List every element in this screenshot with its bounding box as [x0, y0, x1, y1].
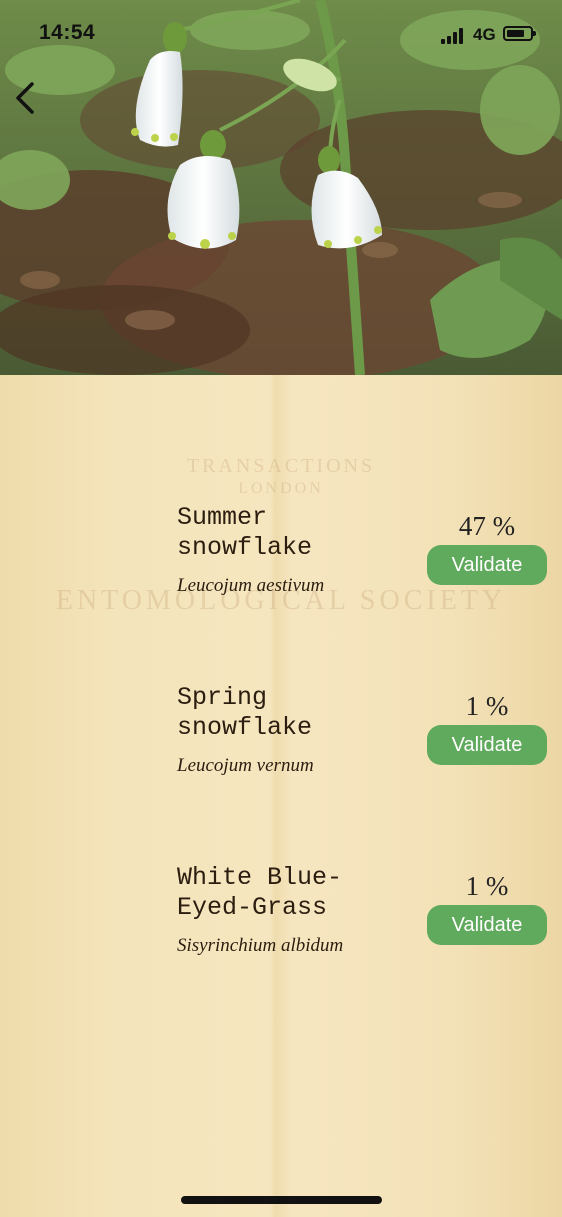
result-item: Spring snowflake Leucojum vernum 1 % Val…	[0, 683, 562, 813]
watermark-line: TRANSACTIONS	[186, 455, 376, 477]
common-name: Summer snowflake	[177, 503, 313, 562]
validate-button[interactable]: Validate	[427, 905, 547, 945]
common-name: Spring snowflake	[177, 683, 313, 742]
status-bar: 14:54 4G	[0, 0, 562, 70]
confidence-percent: 1 %	[465, 871, 509, 901]
confidence-percent: 47 %	[458, 511, 516, 541]
watermark-line: LONDON	[238, 480, 324, 497]
signal-icon	[441, 28, 467, 44]
battery-icon	[503, 26, 536, 41]
common-name: White Blue- Eyed-Grass	[177, 863, 343, 922]
scientific-name: Leucojum vernum	[177, 755, 314, 776]
back-button[interactable]	[10, 80, 42, 116]
confidence-percent: 1 %	[465, 691, 509, 721]
home-indicator[interactable]	[181, 1196, 382, 1204]
results-panel: TRANSACTIONS LONDON ENTOMOLOGICAL SOCIET…	[0, 375, 562, 1217]
result-item: Summer snowflake Leucojum aestivum 47 % …	[0, 503, 562, 633]
validate-button[interactable]: Validate	[427, 725, 547, 765]
status-time: 14:54	[39, 21, 96, 44]
chevron-left-icon	[16, 82, 34, 114]
scientific-name: Sisyrinchium albidum	[177, 935, 344, 956]
network-type: 4G	[473, 25, 496, 44]
validate-button[interactable]: Validate	[427, 545, 547, 585]
scientific-name: Leucojum aestivum	[177, 575, 325, 596]
result-item: White Blue- Eyed-Grass Sisyrinchium albi…	[0, 863, 562, 993]
